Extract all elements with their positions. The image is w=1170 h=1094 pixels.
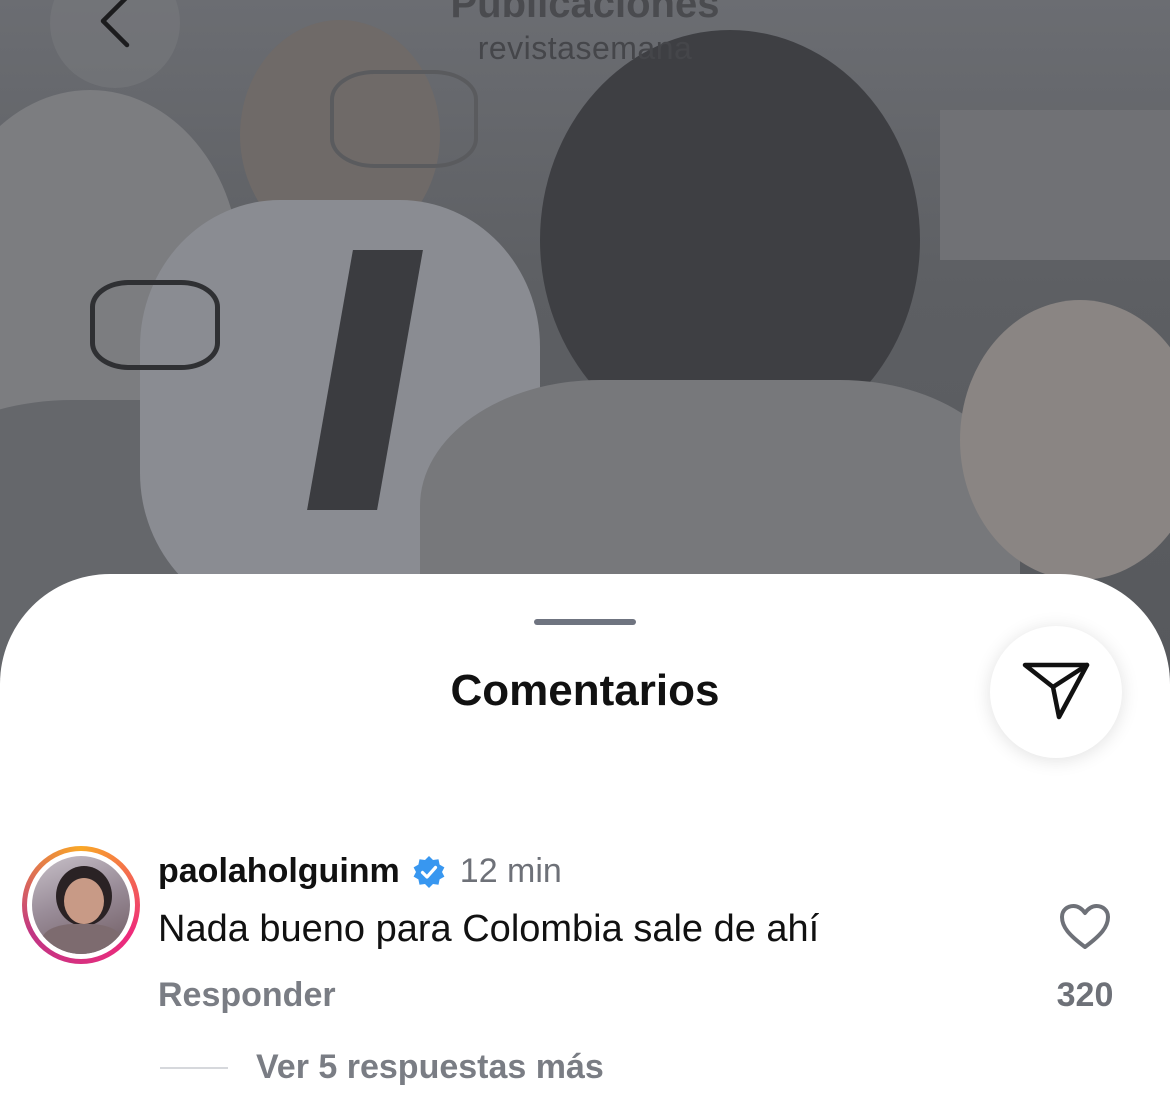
share-button[interactable] xyxy=(990,626,1122,758)
sheet-grabber[interactable] xyxy=(534,619,636,625)
comment-meta: paolaholguinm 12 min xyxy=(158,852,562,891)
like-button[interactable] xyxy=(1058,903,1112,956)
verified-badge-icon xyxy=(412,855,446,889)
view-replies-button[interactable]: Ver 5 respuestas más xyxy=(256,1048,604,1087)
replies-divider xyxy=(160,1067,228,1069)
comments-sheet: Comentarios paolaholguinm 12 min Nada bu… xyxy=(0,574,1170,1094)
comment-time: 12 min xyxy=(459,852,562,890)
comment-text: Nada bueno para Colombia sale de ahí xyxy=(158,908,820,950)
avatar-story-ring[interactable] xyxy=(22,846,140,964)
photo-glasses-center xyxy=(330,70,478,168)
heart-icon xyxy=(1059,903,1111,956)
avatar xyxy=(32,856,130,954)
comment-username[interactable]: paolaholguinm xyxy=(158,852,400,891)
photo-glasses-left xyxy=(90,280,220,370)
chevron-left-icon xyxy=(95,0,135,56)
reply-button[interactable]: Responder xyxy=(158,976,336,1015)
like-count: 320 xyxy=(1056,976,1114,1014)
paper-plane-icon xyxy=(1021,659,1091,726)
photo-shelf xyxy=(940,110,1170,260)
